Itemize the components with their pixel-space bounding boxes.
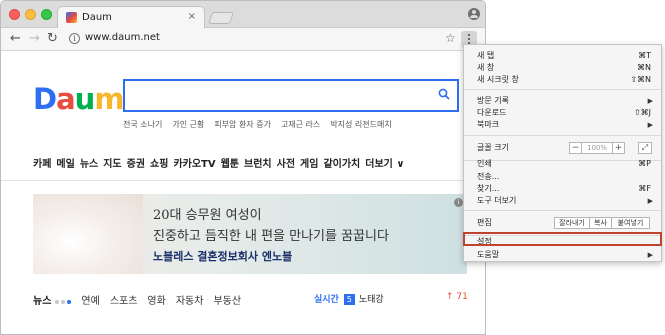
- edit-row: 편집 잘라내기 복사 붙여넣기: [464, 216, 661, 230]
- nav-item-kakaotv[interactable]: 카카오TV: [173, 159, 215, 170]
- browser-toolbar: ← → ↻ i www.daum.net ☆: [1, 28, 485, 51]
- menu-item-history[interactable]: 방문 기록 ▶: [464, 95, 661, 107]
- menu-item-help[interactable]: 도움말 ▶: [464, 249, 661, 261]
- daum-favicon-icon: [66, 12, 77, 23]
- menu-separator: [464, 89, 661, 90]
- submenu-arrow-icon: ▶: [647, 97, 653, 105]
- profile-icon[interactable]: [468, 8, 480, 20]
- nav-item-dictionary[interactable]: 사전: [277, 159, 295, 170]
- pager-dots[interactable]: [55, 296, 73, 307]
- tab-realestate[interactable]: 부동산: [213, 296, 241, 307]
- fullscreen-icon[interactable]: ⤢: [638, 142, 652, 154]
- nav-item-mail[interactable]: 메일: [56, 159, 74, 170]
- submenu-arrow-icon: ▶: [647, 121, 653, 129]
- menu-item-print[interactable]: 인쇄 ⌘P: [464, 158, 661, 170]
- daum-logo[interactable]: Daum: [33, 84, 125, 114]
- menu-dot-icon: [468, 38, 470, 40]
- menu-separator: [464, 135, 661, 136]
- realtime-ranking[interactable]: 실시간 5 노태강: [314, 292, 384, 305]
- news-tabs: 뉴스 연예 스포츠 영화 자동차 부동산: [33, 292, 241, 307]
- trend-keyword[interactable]: 전국 소나기: [123, 120, 162, 129]
- menu-item-find[interactable]: 찾기... ⌘F: [464, 183, 661, 195]
- tab-movie[interactable]: 영화: [147, 296, 165, 307]
- banner-headline: 20대 승무원 여성이: [153, 208, 262, 223]
- realtime-label: 실시간: [314, 295, 339, 305]
- menu-item-cast[interactable]: 전송...: [464, 171, 661, 183]
- nav-item-news[interactable]: 뉴스: [80, 159, 98, 170]
- browser-tab[interactable]: Daum ×: [57, 6, 205, 29]
- banner-subline: 진중하고 듬직한 내 편을 만나기를 꿈꿉니다: [153, 229, 389, 244]
- zoom-in-button[interactable]: +: [612, 142, 625, 154]
- edit-label: 편집: [477, 218, 492, 227]
- zoom-window-button[interactable]: [41, 9, 52, 20]
- chrome-menu: 새 탭 ⌘T 새 창 ⌘N 새 시크릿 창 ⇧⌘N 방문 기록 ▶ 다운로드 ⇧⌘J 북마…: [463, 44, 662, 262]
- trend-keyword[interactable]: 고재근 라스: [281, 120, 320, 129]
- nav-item-together[interactable]: 같이가치: [323, 159, 360, 170]
- paste-button[interactable]: 붙여넣기: [612, 217, 650, 229]
- banner-image: [33, 194, 143, 274]
- tab-sports[interactable]: 스포츠: [110, 296, 138, 307]
- nav-item-game[interactable]: 게임: [300, 159, 318, 170]
- nav-item-shopping[interactable]: 쇼핑: [150, 159, 168, 170]
- tab-car[interactable]: 자동차: [176, 296, 204, 307]
- menu-item-downloads[interactable]: 다운로드 ⇧⌘J: [464, 107, 661, 119]
- menu-separator: [464, 210, 661, 211]
- submenu-arrow-icon: ▶: [647, 251, 653, 259]
- zoom-level: 100%: [582, 142, 612, 154]
- search-icon[interactable]: [438, 88, 450, 100]
- trend-keyword[interactable]: 박지성 리젼드매치: [330, 120, 391, 129]
- page-content: Daum 전국 소나기 가인 근황 피부암 환자 증가 고재근 라스 박지성 리젼드매치…: [1, 52, 485, 334]
- settings-highlight-box: [463, 232, 662, 246]
- trend-keyword[interactable]: 가인 근황: [172, 120, 204, 129]
- cut-button[interactable]: 잘라내기: [554, 217, 590, 229]
- submenu-arrow-icon: ▶: [647, 197, 653, 205]
- browser-window: Daum × ← → ↻ i www.daum.net ☆ Daum 전국 소나…: [0, 0, 486, 335]
- banner-brand: 노블레스 결혼정보회사 엔노블: [153, 250, 293, 263]
- trend-keyword[interactable]: 피부암 환자 증가: [214, 120, 271, 129]
- tab-title: Daum: [82, 12, 112, 23]
- rank-badge: 5: [343, 294, 355, 305]
- copy-button[interactable]: 복사: [590, 217, 612, 229]
- tab-close-icon[interactable]: ×: [188, 11, 196, 22]
- forward-arrow-icon[interactable]: →: [29, 32, 40, 46]
- menu-item-new-incognito[interactable]: 새 시크릿 창 ⇧⌘N: [464, 74, 661, 86]
- nav-item-map[interactable]: 지도: [103, 159, 121, 170]
- menu-item-new-tab[interactable]: 새 탭 ⌘T: [464, 50, 661, 62]
- close-window-button[interactable]: [9, 9, 20, 20]
- nav-item-cafe[interactable]: 카페: [33, 159, 51, 170]
- zoom-row: 글꼴 크기 − 100% + ⤢: [464, 141, 661, 155]
- address-bar[interactable]: www.daum.net: [85, 32, 160, 43]
- divider: [1, 180, 485, 181]
- bookmark-star-icon[interactable]: ☆: [445, 31, 456, 45]
- title-bar: Daum ×: [1, 1, 485, 29]
- tab-entertainment[interactable]: 연예: [81, 296, 99, 307]
- ad-banner[interactable]: 20대 승무원 여성이 진중하고 듬직한 내 편을 만나기를 꿈꿉니다 노블레스…: [33, 194, 467, 274]
- menu-item-bookmarks[interactable]: 북마크 ▶: [464, 119, 661, 131]
- trending-keywords: 전국 소나기 가인 근황 피부암 환자 증가 고재근 라스 박지성 리젼드매치: [123, 119, 463, 130]
- new-tab-button[interactable]: [208, 12, 234, 24]
- nav-item-stock[interactable]: 증권: [127, 159, 145, 170]
- tab-news[interactable]: 뉴스: [33, 296, 51, 307]
- zoom-label: 글꼴 크기: [477, 143, 509, 152]
- menu-item-new-window[interactable]: 새 창 ⌘N: [464, 62, 661, 74]
- zoom-out-button[interactable]: −: [569, 142, 582, 154]
- menu-item-more-tools[interactable]: 도구 더보기 ▶: [464, 195, 661, 207]
- menu-dot-icon: [468, 34, 470, 36]
- minimize-window-button[interactable]: [25, 9, 36, 20]
- nav-item-webtoon[interactable]: 웹툰: [221, 159, 239, 170]
- nav-item-more[interactable]: 더보기 ∨: [365, 159, 404, 170]
- realtime-keyword[interactable]: 노태강: [359, 295, 384, 305]
- rank-change: ↑ 71: [446, 292, 468, 302]
- reload-icon[interactable]: ↻: [47, 32, 58, 46]
- service-nav: 카페 메일 뉴스 지도 증권 쇼핑 카카오TV 웹툰 브런치 사전 게임 같이가치 더보기 ∨: [33, 155, 409, 170]
- back-arrow-icon[interactable]: ←: [10, 32, 21, 46]
- nav-item-brunch[interactable]: 브런치: [244, 159, 272, 170]
- search-input[interactable]: [123, 79, 459, 112]
- ad-info-icon[interactable]: i: [454, 198, 463, 207]
- info-icon[interactable]: i: [69, 33, 80, 44]
